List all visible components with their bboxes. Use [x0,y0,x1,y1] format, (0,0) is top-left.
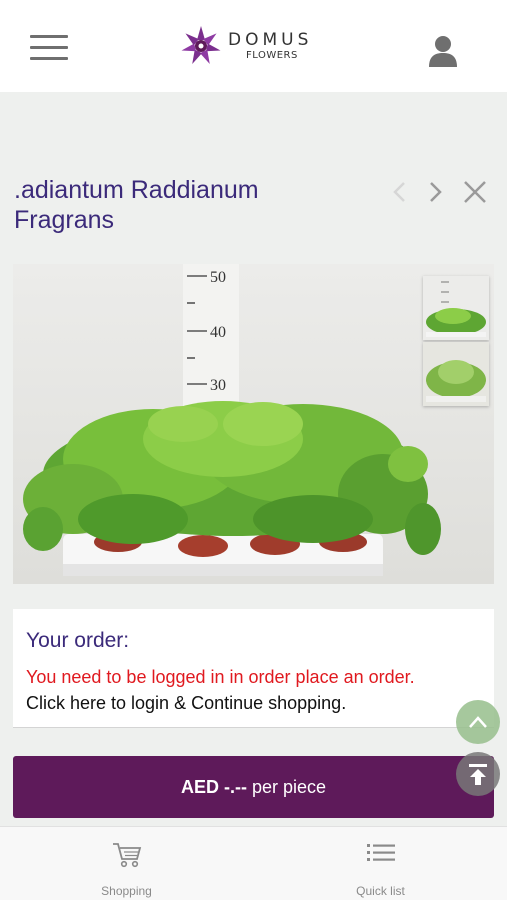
tab-shopping[interactable]: Shopping [0,827,253,900]
thumbnail-1[interactable] [423,276,489,340]
bottom-navigation: Shopping Quick list [0,826,507,900]
scroll-up-button[interactable] [456,700,500,744]
product-navigation [385,176,495,208]
arrow-to-top-icon [469,764,487,785]
thumbnail-2[interactable] [423,342,489,406]
tab-shopping-label: Shopping [101,884,152,898]
previous-arrow-icon[interactable] [385,176,413,208]
tab-quick-list-label: Quick list [356,884,405,898]
hamburger-menu-icon[interactable] [30,35,68,61]
logo-main-text: DOMUS [228,29,313,50]
login-link[interactable]: Click here to login & Continue shopping. [26,693,346,714]
domus-flowers-logo[interactable]: DOMUS FLOWERS [180,25,312,67]
tab-quick-list[interactable]: Quick list [254,827,507,900]
cart-icon [111,841,143,873]
price-unit: per piece [251,776,327,797]
thumbnail-strip [423,276,489,408]
price-amount: AED -.-- [180,776,247,797]
next-arrow-icon[interactable] [422,176,450,208]
scale-label-30: 30 [210,377,226,394]
product-main-image[interactable]: 50 40 30 [13,264,494,584]
scale-label-40: 40 [210,324,226,341]
list-icon [366,841,396,871]
product-title: .adiantum Raddianum Fragrans [14,176,259,234]
logo-sub-text: FLOWERS [246,49,298,61]
price-button[interactable]: AED -.-- per piece [13,756,494,818]
order-title: Your order: [26,629,130,652]
chevron-up-icon [469,716,487,728]
order-card: Your order: You need to be logged in in … [13,609,494,728]
close-icon[interactable] [461,176,489,208]
height-scale: 50 40 30 [183,264,239,424]
scale-label-50: 50 [210,269,226,286]
app-header: DOMUS FLOWERS [0,0,507,92]
user-account-icon[interactable] [427,34,459,68]
scroll-to-top-button[interactable] [456,752,500,796]
flower-logo-icon [181,26,221,64]
login-warning-text: You need to be logged in in order place … [26,667,415,687]
